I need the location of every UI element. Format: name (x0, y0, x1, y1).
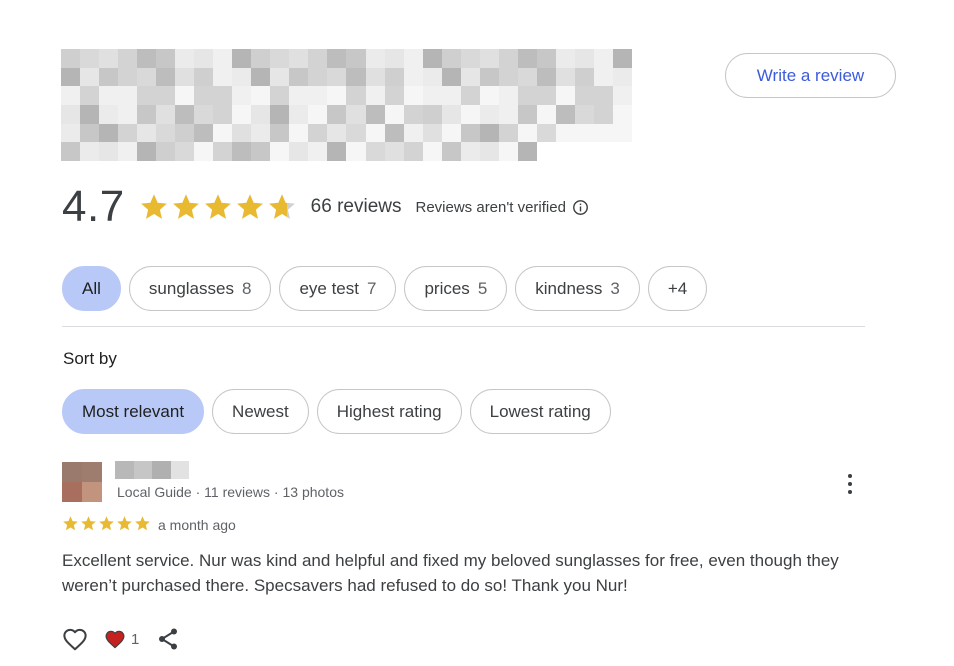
review-text: Excellent service. Nur was kind and help… (62, 551, 839, 595)
author-name-blurred[interactable] (115, 461, 189, 479)
sort-option-highest-rating[interactable]: Highest rating (316, 389, 462, 434)
business-title-blurred (61, 49, 632, 161)
review-date: a month ago (158, 517, 236, 533)
topic-chip-sunglasses[interactable]: sunglasses 8 (128, 266, 272, 311)
star-filled-icon (63, 516, 78, 531)
topic-chip-label: eye test (299, 278, 359, 298)
star-filled-icon (99, 516, 114, 531)
topic-chip-count: 5 (477, 278, 488, 298)
heart-filled-icon (105, 630, 125, 649)
share-button[interactable] (157, 627, 179, 651)
topic-chip-kindness[interactable]: kindness 3 (515, 266, 640, 311)
topic-chip-eye-test[interactable]: eye test 7 (279, 266, 397, 311)
topic-chip-count: 8 (241, 278, 252, 298)
star-filled-icon (140, 194, 167, 219)
sort-by-label: Sort by (63, 349, 117, 368)
star-half-icon (268, 194, 295, 219)
avatar[interactable] (62, 462, 102, 502)
reaction-count: 1 (131, 630, 140, 648)
topic-chip-label: +4 (667, 278, 688, 298)
topic-chip-4[interactable]: +4 (647, 266, 708, 311)
average-rating: 4.7 (62, 182, 125, 231)
topic-chip-count: 3 (610, 278, 620, 298)
share-icon (159, 628, 178, 650)
author-meta: Local Guide · 11 reviews · 13 photos (117, 484, 344, 500)
sort-option-lowest-rating[interactable]: Lowest rating (469, 389, 611, 434)
topic-chip-count: 7 (366, 278, 377, 298)
star-filled-icon (204, 194, 231, 219)
like-button[interactable] (62, 627, 88, 651)
star-filled-icon (236, 194, 263, 219)
topic-filter-chips: All sunglasses 8 eye test 7 prices 5 kindness 3 +… (62, 266, 708, 311)
topic-chip-all[interactable]: All (62, 266, 121, 311)
write-review-button[interactable]: Write a review (725, 53, 896, 98)
rating-stars (139, 192, 297, 222)
topic-chip-label: All (82, 278, 101, 298)
topic-chip-prices[interactable]: prices 5 (404, 266, 508, 311)
star-filled-icon (172, 194, 199, 219)
more-options-icon[interactable] (840, 471, 860, 497)
topic-chip-label: prices (424, 278, 470, 298)
review-count-link[interactable]: 66 reviews (311, 196, 402, 218)
info-icon[interactable] (572, 199, 589, 216)
review-actions: 1 (62, 625, 179, 653)
star-filled-icon (135, 516, 150, 531)
verification-note-text: Reviews aren't verified (415, 198, 566, 216)
sort-option-most-relevant[interactable]: Most relevant (62, 389, 205, 434)
reaction-button[interactable]: 1 (104, 629, 139, 649)
star-filled-icon (81, 516, 96, 531)
review-stars (62, 515, 151, 532)
sort-option-newest[interactable]: Newest (212, 389, 309, 434)
verification-note[interactable]: Reviews aren't verified (416, 199, 589, 216)
divider (62, 326, 865, 327)
rating-summary: 4.7 66 reviews Reviews aren't verified (62, 181, 589, 233)
topic-chip-label: kindness (535, 278, 603, 298)
star-filled-icon (117, 516, 132, 531)
topic-chip-label: sunglasses (148, 278, 234, 298)
heart-outline-icon (63, 628, 87, 651)
sort-options: Most relevant Newest Highest rating Lowest … (62, 389, 611, 434)
